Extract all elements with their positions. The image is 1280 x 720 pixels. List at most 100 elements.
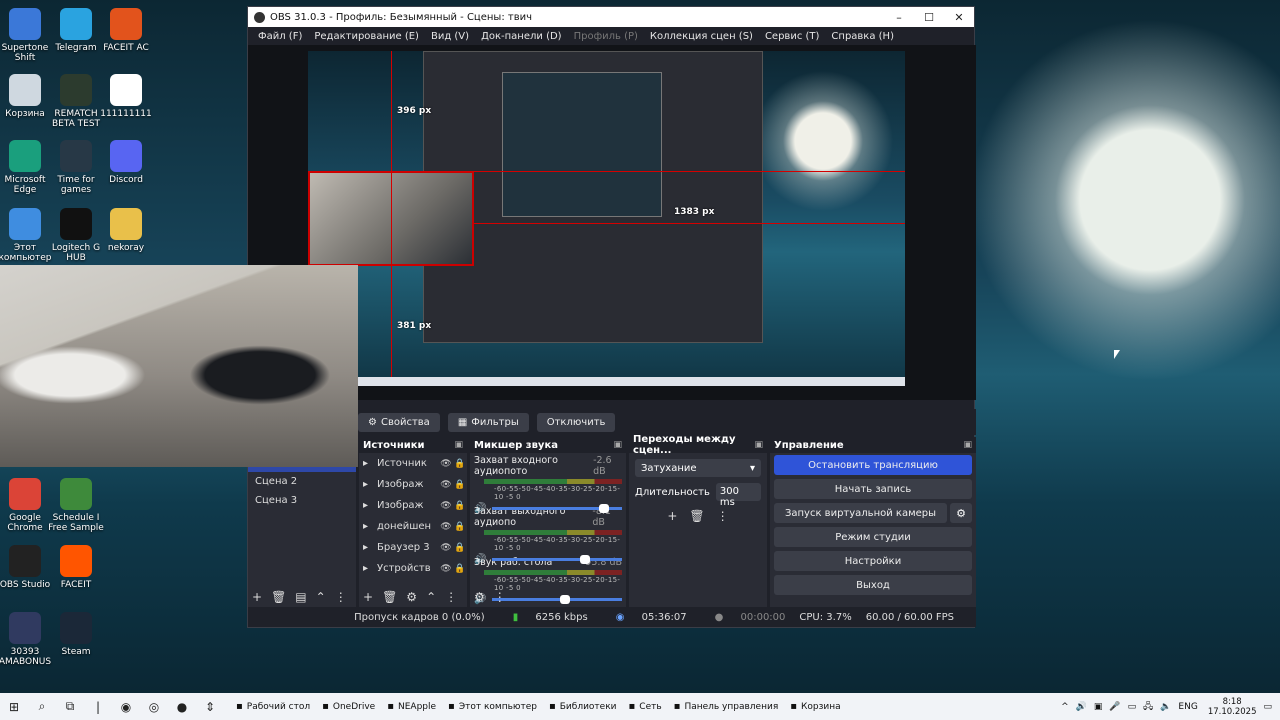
menu-edit[interactable]: Редактирование (E) (314, 31, 419, 42)
source-item[interactable]: ▸ донейшен 👁 🔒 (359, 516, 467, 537)
eye-icon[interactable]: 👁 (439, 543, 453, 553)
source-item[interactable]: ▸ Устройств 👁 🔒 (359, 558, 467, 579)
close-button[interactable]: ✕ (944, 11, 974, 24)
volume-knob[interactable] (599, 504, 609, 513)
display-icon[interactable]: ▭ (1128, 702, 1137, 712)
taskbar-toolbar-item[interactable]: ▪ Корзина (790, 701, 840, 712)
trash-icon[interactable]: 🗑 (271, 590, 286, 604)
scene-item[interactable]: Сцена 3 (248, 491, 356, 510)
minimize-button[interactable]: – (884, 11, 914, 24)
search-icon[interactable]: ⌕ (30, 697, 54, 717)
menu-tools[interactable]: Сервис (T) (765, 31, 819, 42)
more-icon[interactable]: ⋮ (717, 509, 729, 523)
menu-scene-collection[interactable]: Коллекция сцен (S) (650, 31, 753, 42)
volume-slider[interactable] (492, 504, 622, 513)
lock-icon[interactable]: 🔒 (453, 522, 467, 532)
more-icon[interactable]: ⋮ (494, 590, 506, 604)
maximize-button[interactable]: ☐ (914, 11, 944, 24)
virtual-camera-button[interactable]: Запуск виртуальной камеры (774, 503, 947, 523)
desktop-icon[interactable]: FACEIT (44, 545, 108, 590)
eye-icon[interactable]: 👁 (439, 480, 453, 490)
lock-icon[interactable]: 🔒 (453, 564, 467, 574)
trash-icon[interactable]: 🗑 (382, 590, 397, 604)
source-type-icon: ▸ (363, 563, 369, 574)
duration-input[interactable]: 300 ms (715, 483, 761, 508)
notifications-icon[interactable]: ▭ (1263, 702, 1272, 712)
up-icon[interactable]: ⌃ (426, 590, 436, 604)
taskbar-toolbar-item[interactable]: ▪ Библиотеки (549, 701, 617, 712)
menu-view[interactable]: Вид (V) (431, 31, 469, 42)
task-view-icon[interactable]: ⧉ (58, 697, 82, 717)
properties-button[interactable]: ⚙ Свойства (358, 412, 440, 432)
discord-taskbar-icon[interactable]: ◎ (142, 697, 166, 717)
lock-icon[interactable]: 🔒 (453, 459, 467, 469)
scroll-icon[interactable]: ⇕ (198, 697, 222, 717)
add-icon[interactable]: + (252, 590, 262, 604)
menu-file[interactable]: Файл (F) (258, 31, 302, 42)
filters-button[interactable]: ▦ Фильтры (447, 412, 529, 432)
studio-mode-button[interactable]: Режим студии (774, 527, 972, 547)
eye-icon[interactable]: 👁 (439, 522, 453, 532)
source-item[interactable]: ▸ Изображ 👁 🔒 (359, 474, 467, 495)
lock-icon[interactable]: 🔒 (453, 501, 467, 511)
desktop-icon-label: nekoray (107, 243, 145, 253)
language-indicator[interactable]: ENG (1178, 702, 1197, 712)
desktop-icon-label: Discord (109, 175, 143, 185)
volume-knob[interactable] (579, 555, 590, 564)
more-icon[interactable]: ⋮ (335, 590, 347, 604)
desktop-icon[interactable]: Discord (94, 140, 158, 185)
signal-icon: ▮ (512, 611, 519, 623)
up-icon[interactable]: ⌃ (316, 590, 326, 604)
microphone-icon[interactable]: 🎤 (1109, 702, 1120, 712)
windows-start-icon[interactable]: ⊞ (2, 697, 26, 717)
more-icon[interactable]: ⋮ (445, 590, 457, 604)
transition-select[interactable]: Затухание ▾ (635, 459, 761, 477)
menu-docks[interactable]: Док-панели (D) (481, 31, 562, 42)
taskbar-toolbar-item[interactable]: ▪ Рабочий стол (236, 701, 310, 712)
taskbar-toolbar-item[interactable]: ▪ Сеть (629, 701, 662, 712)
source-item[interactable]: ▸ Изображ 👁 🔒 (359, 495, 467, 516)
chevron-up-icon[interactable]: ^ (1061, 702, 1069, 712)
taskbar-toolbar-item[interactable]: ▪ NEApple (387, 701, 436, 712)
gear-icon[interactable]: ⚙ (474, 590, 485, 604)
eye-icon[interactable]: 👁 (439, 564, 453, 574)
preview-canvas[interactable]: 396 px 1383 px 381 px (308, 51, 905, 386)
settings-button[interactable]: Настройки (774, 551, 972, 571)
taskbar-toolbar-item[interactable]: ▪ Этот компьютер (448, 701, 537, 712)
trash-icon[interactable]: 🗑 (689, 509, 704, 523)
lock-icon[interactable]: 🔒 (453, 543, 467, 553)
source-item[interactable]: ▸ Браузер 3 👁 🔒 (359, 537, 467, 558)
app-tray-icon[interactable]: ▣ (1094, 702, 1103, 712)
scene-item[interactable]: Сцена 2 (248, 472, 356, 491)
gear-icon[interactable]: ⚙ (950, 503, 972, 523)
volume-slider[interactable] (492, 555, 622, 564)
mixer-footer: ⚙ ⋮ (470, 587, 626, 607)
taskbar-toolbar-item[interactable]: ▪ OneDrive (322, 701, 375, 712)
eye-icon[interactable]: 👁 (439, 501, 453, 511)
filter-icon[interactable]: ▤ (295, 590, 306, 604)
menu-profile[interactable]: Профиль (P) (574, 31, 638, 42)
eye-icon[interactable]: 👁 (439, 459, 453, 469)
desktop-icon[interactable]: FACEIT AC (94, 8, 158, 53)
exit-button[interactable]: Выход (774, 575, 972, 595)
taskbar-toolbar-item[interactable]: ▪ Панель управления (674, 701, 779, 712)
clock[interactable]: 8:18 17.10.2025 (1208, 697, 1257, 717)
add-icon[interactable]: + (363, 590, 373, 604)
source-item[interactable]: ▸ Источник 👁 🔒 (359, 453, 467, 474)
desktop-icon[interactable]: nekoray (94, 208, 158, 253)
desktop-icon[interactable]: Schedule I Free Sample (44, 478, 108, 533)
stop-stream-button[interactable]: Остановить трансляцию (774, 455, 972, 475)
twitch-taskbar-icon[interactable]: ● (170, 697, 194, 717)
desktop-icon[interactable]: 111111111 (94, 74, 158, 119)
add-icon[interactable]: + (667, 509, 677, 523)
network-icon[interactable]: 🖧 (1143, 699, 1153, 715)
desktop-icon[interactable]: Steam (44, 612, 108, 657)
start-record-button[interactable]: Начать запись (774, 479, 972, 499)
obs-taskbar-icon[interactable]: ◉ (114, 697, 138, 717)
gear-icon[interactable]: ⚙ (406, 590, 417, 604)
menu-help[interactable]: Справка (H) (831, 31, 894, 42)
volume-icon[interactable]: 🔊 (1076, 702, 1087, 712)
speaker-icon[interactable]: 🔈 (1160, 702, 1171, 712)
deactivate-button[interactable]: Отключить (536, 412, 616, 432)
lock-icon[interactable]: 🔒 (453, 480, 467, 490)
